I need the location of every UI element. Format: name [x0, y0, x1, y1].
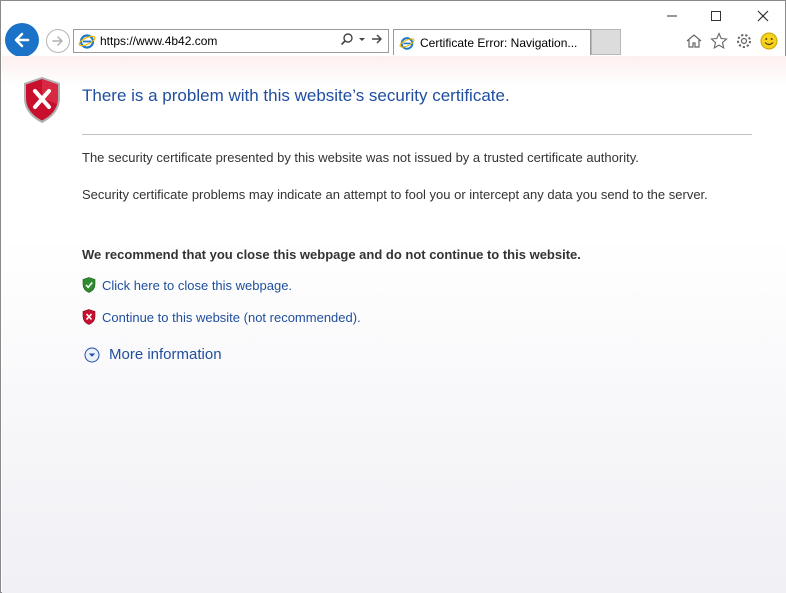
red-shield-x-icon: [82, 309, 96, 325]
forward-button[interactable]: [46, 29, 70, 53]
forward-arrow-icon: [52, 36, 63, 46]
back-arrow-icon: [14, 32, 30, 48]
close-icon[interactable]: [750, 5, 776, 27]
chevron-down-icon[interactable]: [358, 32, 366, 46]
description-security-risk: Security certificate problems may indica…: [82, 187, 708, 202]
minimize-icon[interactable]: [659, 5, 685, 27]
close-webpage-row: Click here to close this webpage.: [82, 277, 292, 293]
green-shield-check-icon: [82, 277, 96, 293]
continue-website-link[interactable]: Continue to this website (not recommende…: [102, 310, 361, 325]
page-title: There is a problem with this website’s s…: [82, 86, 510, 105]
continue-website-row: Continue to this website (not recommende…: [82, 309, 361, 325]
browser-window: Certificate Error: Navigation... There i…: [0, 0, 786, 593]
error-shield-icon: [24, 77, 60, 123]
more-information-link[interactable]: More information: [109, 346, 222, 363]
smiley-feedback-icon[interactable]: [759, 31, 779, 51]
search-icon[interactable]: [340, 32, 354, 46]
ie-logo-icon: [78, 34, 96, 49]
expand-chevron-icon: [84, 347, 100, 362]
close-webpage-link[interactable]: Click here to close this webpage.: [102, 278, 292, 293]
go-arrow-icon[interactable]: [370, 32, 384, 46]
new-tab-button[interactable]: [591, 29, 621, 55]
ie-logo-icon: [399, 36, 415, 50]
back-button[interactable]: [5, 23, 39, 57]
recommendation-text: We recommend that you close this webpage…: [82, 247, 581, 262]
tab-certificate-error[interactable]: Certificate Error: Navigation...: [393, 29, 591, 55]
settings-gear-icon[interactable]: [734, 31, 754, 51]
favorites-star-icon[interactable]: [709, 31, 729, 51]
tab-title: Certificate Error: Navigation...: [420, 35, 578, 50]
address-bar[interactable]: [73, 29, 389, 53]
home-icon[interactable]: [684, 31, 704, 51]
description-untrusted-authority: The security certificate presented by th…: [82, 150, 639, 165]
url-input[interactable]: [100, 31, 336, 51]
divider: [82, 134, 752, 135]
maximize-icon[interactable]: [703, 5, 729, 27]
page-content: There is a problem with this website’s s…: [2, 56, 786, 593]
more-information-toggle[interactable]: More information: [84, 346, 222, 363]
